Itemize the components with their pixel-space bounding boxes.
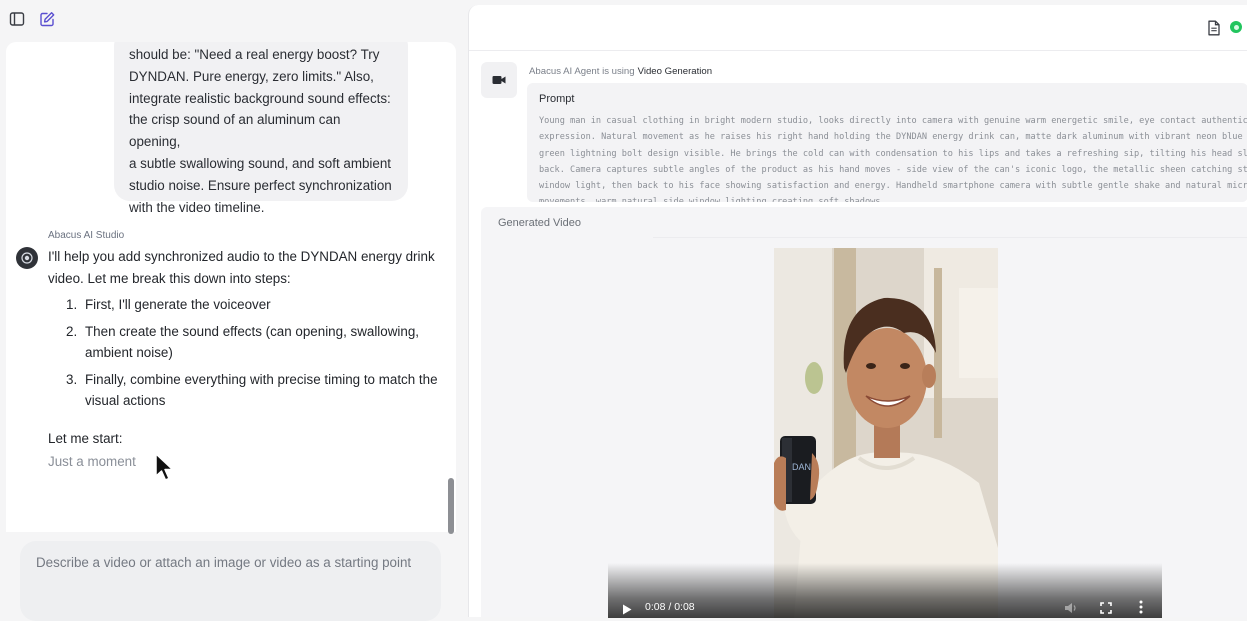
- prompt-label: Prompt: [539, 93, 575, 105]
- list-item: 2. Then create the sound effects (can op…: [48, 321, 448, 364]
- step-number: 3.: [66, 371, 78, 387]
- play-icon[interactable]: [622, 602, 632, 615]
- assistant-message-intro: I'll help you add synchronized audio to …: [48, 249, 435, 286]
- step-text: Finally, combine everything with precise…: [85, 371, 438, 409]
- composer: [20, 541, 441, 621]
- volume-icon[interactable]: [1064, 601, 1078, 613]
- chat-scrollbar[interactable]: [448, 478, 454, 534]
- prompt-input[interactable]: [36, 555, 426, 595]
- loading-status: Just a moment: [48, 454, 136, 469]
- section-divider: [653, 237, 1247, 238]
- generated-video-label: Generated Video: [498, 217, 581, 229]
- assistant-name: Abacus AI Studio: [48, 230, 125, 241]
- steps-list: 1. First, I'll generate the voiceover 2.…: [48, 294, 448, 417]
- new-chat-icon[interactable]: [37, 9, 57, 29]
- prompt-panel: Prompt Young man in casual clothing in b…: [527, 83, 1247, 202]
- can-logo-text: DAN: [792, 462, 811, 472]
- more-options-icon[interactable]: [1139, 600, 1143, 614]
- document-icon[interactable]: [1207, 20, 1221, 36]
- video-player[interactable]: DAN 0:08 / 0:08: [608, 248, 1162, 618]
- step-number: 2.: [66, 323, 78, 339]
- status-dot-icon: [1230, 21, 1242, 33]
- list-item: 1. First, I'll generate the voiceover: [48, 294, 448, 316]
- generated-video-section: Generated Video DAN 0:08 / 0:08: [481, 207, 1247, 618]
- user-message: should be: "Need a real energy boost? Tr…: [114, 42, 408, 215]
- tool-name: Video Generation: [637, 66, 713, 77]
- output-pane: Abacus AI Agent is using Video Generation…: [468, 5, 1247, 618]
- step-text: Then create the sound effects (can openi…: [85, 323, 419, 361]
- sidebar-toggle-icon[interactable]: [7, 9, 27, 29]
- video-time-display: 0:08 / 0:08: [645, 601, 695, 613]
- step-number: 1.: [66, 297, 78, 312]
- assistant-let-me-start: Let me start:: [48, 431, 123, 446]
- output-toolbar: [469, 5, 1247, 51]
- step-text: First, I'll generate the voiceover: [85, 297, 271, 312]
- fullscreen-icon[interactable]: [1100, 601, 1112, 614]
- chat-toolbar: [0, 0, 462, 40]
- chat-messages[interactable]: should be: "Need a real energy boost? Tr…: [6, 42, 456, 532]
- prompt-text: Young man in casual clothing in bright m…: [539, 116, 1247, 202]
- assistant-avatar-icon: [16, 247, 38, 269]
- chat-pane: should be: "Need a real energy boost? Tr…: [0, 0, 462, 621]
- video-camera-icon: [481, 62, 517, 98]
- mouse-cursor-icon: [154, 452, 176, 484]
- video-controls: 0:08 / 0:08: [608, 563, 1162, 618]
- list-item: 3. Finally, combine everything with prec…: [48, 369, 448, 412]
- agent-prefix: Abacus AI Agent is using: [529, 66, 635, 77]
- agent-tool-status: Abacus AI Agent is using Video Generation: [529, 66, 712, 77]
